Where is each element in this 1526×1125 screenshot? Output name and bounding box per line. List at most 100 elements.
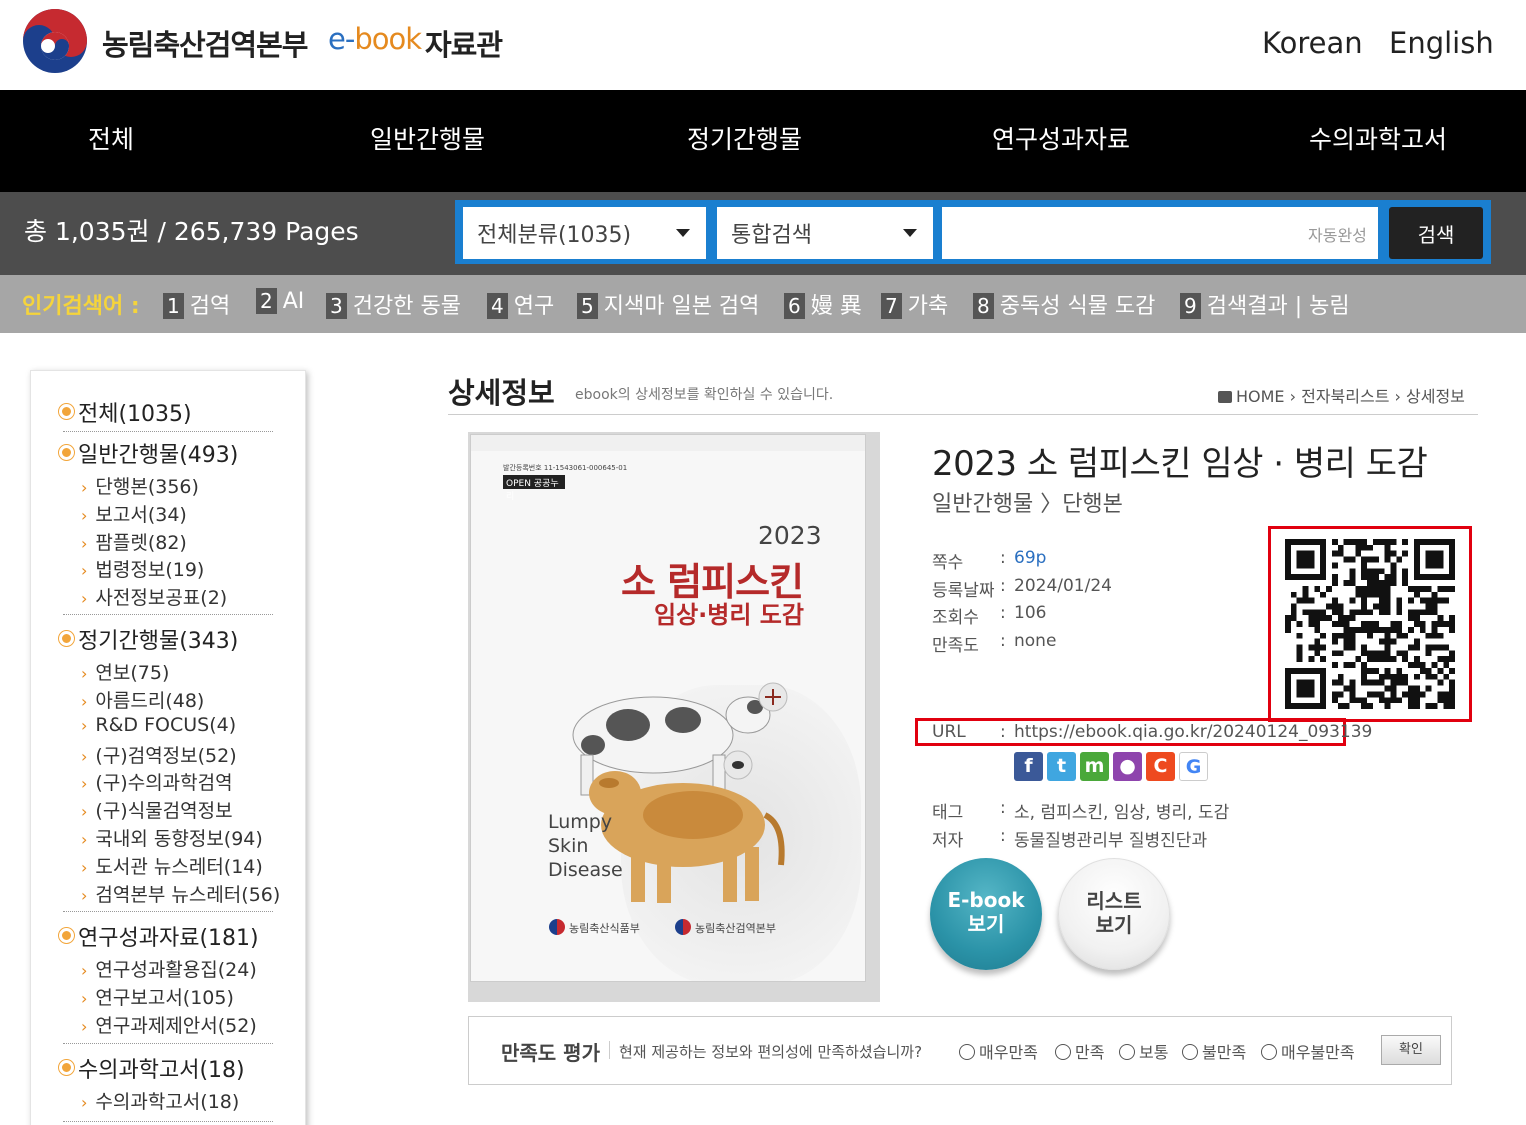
sidebar-item[interactable]: (구)식물검역정보 (81, 796, 232, 823)
share-glyph: m (1084, 755, 1105, 777)
sidebar-item[interactable]: R&D FOCUS(4) (81, 714, 236, 736)
colon: : (1000, 826, 1006, 846)
search-button[interactable]: 검색 (1389, 207, 1483, 259)
nav-veterinary-classics[interactable]: 수의과학고서 (1309, 120, 1447, 156)
radio-neutral[interactable]: 보통 (1119, 1039, 1168, 1063)
colon: : (1000, 798, 1006, 818)
radio-very-unsatisfied[interactable]: 매우불만족 (1261, 1039, 1355, 1063)
keyword-rank: 1 (163, 293, 184, 319)
search-form: 전체분류(1035) 통합검색 자동완성 검색 (455, 200, 1491, 264)
category-select[interactable]: 전체분류(1035) (463, 207, 706, 259)
cyworld-icon[interactable]: C (1146, 752, 1175, 781)
nav-research-results[interactable]: 연구성과자료 (992, 120, 1130, 156)
keyword-text: 지색마 일본 검역 (603, 294, 760, 319)
sidebar-item[interactable]: 아름드리(48) (81, 686, 204, 713)
radio-unsatisfied[interactable]: 불만족 (1182, 1039, 1246, 1063)
sidebar-item[interactable]: 연구과제제안서(52) (81, 1011, 256, 1038)
bullet-icon (59, 404, 74, 419)
keyword-rank: 2 (256, 288, 277, 314)
search-type-value: 통합검색 (731, 223, 812, 248)
cover-english-line: Lumpy (548, 811, 613, 833)
page-title: 상세정보 (448, 376, 555, 410)
taegeuk-logo-icon[interactable] (22, 8, 88, 74)
popular-keyword[interactable]: 8 중독성 식물 도감 (973, 288, 1155, 320)
keyword-text: 건강한 동물 (352, 294, 461, 319)
twitter-icon[interactable]: t (1047, 752, 1076, 781)
google-icon[interactable]: G (1179, 752, 1208, 781)
popular-keyword[interactable]: 1 검역 (163, 288, 230, 320)
divider (63, 1121, 273, 1122)
search-type-select[interactable]: 통합검색 (717, 207, 933, 259)
keyword-text: 연구 (513, 294, 555, 319)
org-name[interactable]: 농림축산검역본부 (102, 22, 308, 64)
sidebar-item[interactable]: 국내외 동향정보(94) (81, 824, 262, 851)
nav-general-pubs[interactable]: 일반간행물 (370, 120, 485, 156)
views-label: 조회수 (932, 608, 979, 628)
qr-code-icon[interactable] (1281, 539, 1459, 709)
book-url-link[interactable]: https://ebook.qia.go.kr/20240124_093139 (1014, 722, 1372, 742)
view-list-button[interactable]: 리스트 보기 (1058, 858, 1170, 970)
sidebar-group-periodicals[interactable]: 정기간행물(343) (59, 623, 238, 655)
divider (63, 431, 273, 432)
lang-korean-link[interactable]: Korean (1262, 26, 1363, 60)
taegeuk-mini-icon (675, 919, 691, 935)
main-nav: 전체 일반간행물 정기간행물 연구성과자료 수의과학고서 (0, 90, 1526, 192)
popular-keyword[interactable]: 5 지색마 일본 검역 (577, 288, 759, 320)
radio-circle-icon (959, 1044, 975, 1060)
taegeuk-mini-icon (549, 919, 565, 935)
popular-keyword[interactable]: 4 연구 (487, 288, 554, 320)
radio-label: 매우만족 (979, 1043, 1038, 1062)
sidebar-group-research[interactable]: 연구성과자료(181) (59, 920, 259, 952)
sidebar-item[interactable]: 팜플렛(82) (81, 528, 186, 555)
keyword-text: AI (282, 289, 305, 314)
sidebar-item[interactable]: 연구보고서(105) (81, 983, 234, 1010)
sidebar-item[interactable]: 수의과학고서(18) (81, 1087, 239, 1114)
share-glyph: t (1056, 755, 1067, 777)
sidebar-item[interactable]: 단행본(356) (81, 472, 199, 499)
share-glyph: G (1185, 756, 1202, 778)
nav-periodicals[interactable]: 정기간행물 (687, 120, 802, 156)
sidebar-item[interactable]: (구)수의과학검역 (81, 768, 232, 795)
keyword-rank: 3 (326, 293, 347, 319)
sidebar-item[interactable]: 연구성과활용집(24) (81, 955, 256, 982)
library-label[interactable]: 자료관 (425, 22, 503, 64)
sidebar-group-all[interactable]: 전체(1035) (59, 396, 192, 428)
date-label: 등록날짜 (932, 581, 995, 601)
talk-icon[interactable]: ● (1113, 752, 1142, 781)
popular-keyword[interactable]: 7 가축 (881, 288, 948, 320)
radio-very-satisfied[interactable]: 매우만족 (959, 1039, 1038, 1063)
satisfaction-confirm-button[interactable]: 확인 (1381, 1035, 1441, 1065)
sidebar-group-general[interactable]: 일반간행물(493) (59, 437, 238, 469)
date-value: 2024/01/24 (1014, 576, 1112, 596)
sidebar-item[interactable]: 검역본부 뉴스레터(56) (81, 880, 280, 907)
autocomplete-toggle[interactable]: 자동완성 (1308, 222, 1367, 246)
view-ebook-button[interactable]: E-book 보기 (930, 858, 1042, 970)
popular-keyword[interactable]: 2 AI (256, 288, 304, 314)
sidebar-item[interactable]: 사전정보공표(2) (81, 583, 227, 610)
ebook-logo-text[interactable]: e-book (328, 22, 422, 56)
keyword-text: 가축 (907, 294, 949, 319)
category-sidebar: 전체(1035) 일반간행물(493) 단행본(356) 보고서(34) 팜플렛… (30, 370, 306, 1125)
facebook-icon[interactable]: f (1014, 752, 1043, 781)
popular-keyword[interactable]: 3 건강한 동물 (326, 288, 461, 320)
sidebar-item[interactable]: (구)검역정보(52) (81, 741, 236, 768)
popular-keyword[interactable]: 6嫚 異 (784, 288, 862, 320)
sidebar-item[interactable]: 보고서(34) (81, 500, 186, 527)
book-cover-image[interactable]: 발간등록번호 11-1543061-000645-01 OPEN 공공누리 20… (470, 434, 866, 982)
me2day-icon[interactable]: m (1080, 752, 1109, 781)
radio-satisfied[interactable]: 만족 (1055, 1039, 1104, 1063)
sidebar-item[interactable]: 도서관 뉴스레터(14) (81, 852, 262, 879)
colon: : (1000, 603, 1006, 623)
popular-keyword[interactable]: 9 검색결과 | 농림 (1180, 288, 1350, 320)
sidebar-item[interactable]: 법령정보(19) (81, 555, 204, 582)
book-category-path: 일반간행물 〉단행본 (932, 492, 1123, 517)
ebook-prefix: e- (328, 22, 355, 56)
radio-label: 매우불만족 (1281, 1043, 1355, 1062)
lang-english-link[interactable]: English (1389, 26, 1494, 60)
sidebar-item[interactable]: 연보(75) (81, 658, 169, 685)
home-icon[interactable] (1218, 391, 1232, 403)
book-title: 2023 소 럼피스킨 임상 · 병리 도감 (932, 444, 1428, 484)
sidebar-group-vet-classics[interactable]: 수의과학고서(18) (59, 1052, 245, 1084)
breadcrumb-path[interactable]: HOME › 전자북리스트 › 상세정보 (1236, 387, 1465, 406)
nav-all[interactable]: 전체 (88, 120, 134, 156)
